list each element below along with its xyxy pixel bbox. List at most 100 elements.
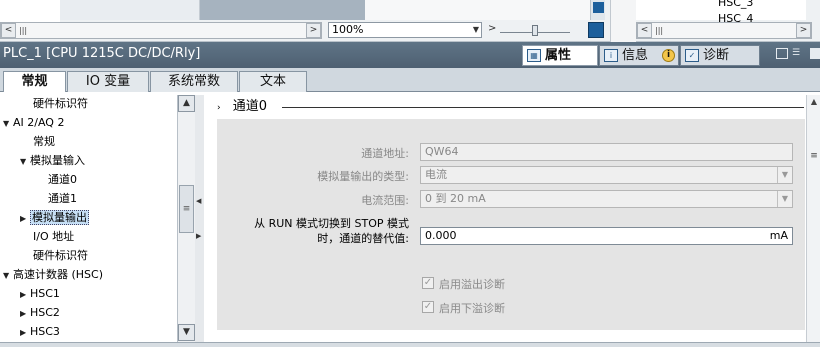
scroll-up-icon[interactable]: ▲ [178,95,195,112]
pane-splitter[interactable]: ◀ ▶ [195,95,204,342]
scroll-grip-icon[interactable]: ||| [655,26,663,35]
tree-item-label: 通道0 [48,173,77,186]
tree-item[interactable]: 硬件标识符 [33,246,88,265]
scroll-left-icon[interactable]: < [637,23,652,38]
info-badge-icon: i [662,49,675,62]
navigation-tree: 硬件标识符 ▼ AI 2/AQ 2 常规 ▼ 模拟量输入 通道0 通道1 ▶ 模拟量输出 I/O 地… [0,92,177,342]
current-range-value: 0 到 20 mA [425,192,486,205]
tab-system-constants[interactable]: 系统常数 [150,71,238,92]
properties-icon: ▦ [527,49,541,62]
tab-info[interactable]: i 信息 i [599,45,679,66]
tab-texts[interactable]: 文本 [239,71,307,92]
collapse-left-icon[interactable]: ◀ [196,195,202,207]
chevron-right-icon: › [217,103,221,113]
scrollbar-thumb[interactable]: ≡ [808,147,820,165]
chevron-down-icon: ▼ [777,191,792,207]
tab-io-tags[interactable]: IO 变量 [67,71,149,92]
chevron-down-icon: ▼ [472,25,479,34]
collapse-right-icon[interactable]: ▶ [20,304,30,323]
collapse-right-icon[interactable]: ▶ [20,323,30,342]
tree-item[interactable]: ▶ 模拟量输出 [20,208,89,227]
tree-item[interactable]: ▼ 模拟量输入 [20,151,85,170]
underflow-diagnostics-label: 启用下溢诊断 [439,302,505,315]
collapse-right-icon[interactable]: ▶ [20,285,30,304]
overview-gutter [610,0,636,42]
expand-down-icon[interactable]: ▼ [3,266,13,285]
overview-horizontal-scrollbar[interactable]: < ||| > [636,22,812,39]
underflow-diagnostics-checkbox[interactable]: ✓ [422,301,434,313]
channel-address-label: 通道地址: [361,147,409,160]
info-icon: i [604,49,618,62]
overflow-diagnostics-label: 启用溢出诊断 [439,278,505,291]
current-range-label: 电流范围: [361,194,409,207]
window-restore-icon[interactable] [776,48,788,59]
tree-item[interactable]: 常规 [33,132,55,151]
overflow-diagnostics-checkbox[interactable]: ✓ [422,277,434,289]
tab-info-label: 信息 [622,48,649,63]
grid-area-left [0,0,60,22]
content-vertical-scrollbar[interactable]: ▲ ≡ [806,95,820,342]
tree-item[interactable]: 通道0 [48,170,77,189]
tree-item[interactable]: 通道1 [48,189,77,208]
grid-area-right [365,0,590,20]
tree-item-label: 硬件标识符 [33,97,88,110]
expand-right-icon[interactable]: ▶ [196,230,202,242]
scroll-left-icon[interactable]: < [1,23,16,38]
editor-top-strip: < ||| > 100% ▼ > HSC_3 HSC_4 < ||| > [0,0,820,42]
scroll-right-icon[interactable]: > [306,23,321,38]
hsc-item: HSC_3 [718,0,754,9]
tree-item-label: 常规 [33,135,55,148]
tree-item-label: 硬件标识符 [33,249,88,262]
substitute-unit: mA [769,229,788,242]
zoom-slider-thumb[interactable] [532,25,538,36]
window-close-icon[interactable] [810,48,820,59]
tree-item[interactable]: ▼ 高速计数器 (HSC) [3,265,103,284]
tree-item[interactable]: ▶ HSC3 [20,322,60,341]
tree-item-label: HSC1 [30,287,60,300]
scroll-down-icon[interactable] [590,0,605,20]
zoom-select[interactable]: 100% ▼ [328,22,482,38]
tree-item[interactable]: ▼ AI 2/AQ 2 [3,113,64,132]
output-type-value: 电流 [425,168,447,181]
tree-item-label: AI 2/AQ 2 [13,116,65,129]
horizontal-scrollbar[interactable]: < ||| > [0,22,322,39]
io-overview-list: HSC_3 HSC_4 [636,0,806,25]
tab-properties[interactable]: ▦ 属性 [522,45,598,66]
device-graphic [200,0,365,20]
tree-item[interactable]: I/O 地址 [33,227,74,246]
output-type-select[interactable]: 电流 ▼ [420,166,793,184]
scrollbar-thumb[interactable]: ≡ [179,185,194,233]
collapse-right-icon[interactable]: ▶ [20,209,30,228]
window-menu-icon[interactable]: ☰ [792,48,806,59]
substitute-value-label-line1: 从 RUN 模式切换到 STOP 模式 [254,217,409,230]
section-header[interactable]: › 通道0 [217,95,267,114]
zoom-slider[interactable]: > [488,22,588,38]
tree-item[interactable]: ▶ HSC1 [20,284,60,303]
zoom-value: 100% [332,23,364,36]
tree-item[interactable]: ▶ HSC2 [20,303,60,322]
channel-settings-panel: 通道地址: QW64 模拟量输出的类型: 电流 ▼ 电流范围: 0 到 20 m… [217,119,805,330]
tree-item[interactable]: 硬件标识符 [33,94,88,113]
scroll-right-icon[interactable]: > [796,23,811,38]
scroll-down-icon[interactable]: ▼ [178,324,195,341]
current-range-select[interactable]: 0 到 20 mA ▼ [420,190,793,208]
diagnostics-icon: ✓ [685,49,699,62]
tab-general[interactable]: 常规 [3,71,66,93]
fit-view-icon[interactable] [588,22,604,38]
chevron-down-icon: ▼ [777,167,792,183]
tab-diagnostics[interactable]: ✓ 诊断 [680,45,760,66]
substitute-value-input[interactable]: 0.000 mA [420,227,793,245]
tree-item-label: 模拟量输出 [30,210,89,225]
scroll-grip-icon[interactable]: ||| [19,26,33,35]
channel-address-field: QW64 [420,143,793,161]
tree-item-label: HSC2 [30,306,60,319]
inspector-title-bar: PLC_1 [CPU 1215C DC/DC/Rly] ▦ 属性 i 信息 i … [0,42,820,68]
tree-vertical-scrollbar[interactable]: ▲ ≡ ▼ [177,95,195,342]
scroll-up-icon[interactable]: ▲ [808,95,820,109]
section-title: 通道0 [232,99,268,114]
expand-down-icon[interactable]: ▼ [20,152,30,171]
tree-item-label: 高速计数器 (HSC) [13,268,104,281]
tree-item-label: I/O 地址 [33,230,75,243]
zoom-out-arrow-icon[interactable]: > [488,23,496,34]
expand-down-icon[interactable]: ▼ [3,114,13,133]
